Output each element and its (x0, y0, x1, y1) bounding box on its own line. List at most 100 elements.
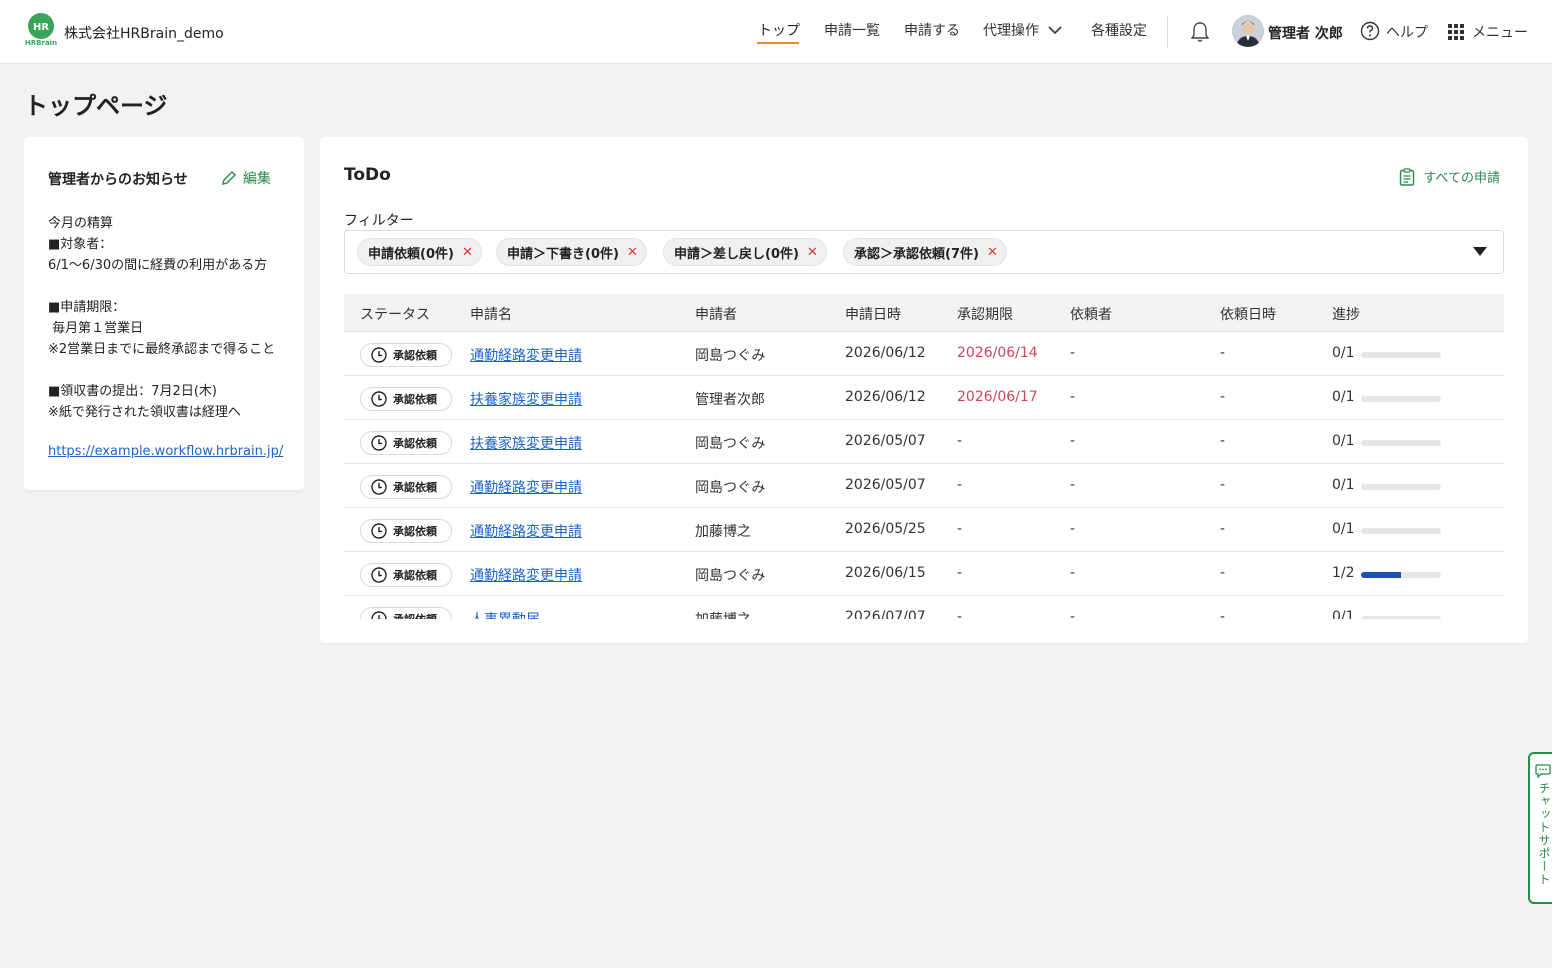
deadline-cell: - (957, 433, 963, 449)
filter-chip-label: 承認＞承認依頼(7件) (854, 246, 979, 262)
clock-icon (371, 435, 387, 451)
avatar[interactable] (1232, 15, 1264, 47)
col-name[interactable]: 申請名 (470, 304, 512, 324)
status-badge: 承認依頼 (360, 387, 452, 411)
applicant-cell: 岡島つぐみ (695, 480, 766, 496)
nav-apply[interactable]: 申請する (904, 20, 960, 40)
clock-icon (371, 611, 387, 619)
chat-icon (1535, 764, 1551, 778)
caret-down-icon[interactable] (1473, 247, 1487, 256)
col-request-date[interactable]: 依頼日時 (1220, 304, 1276, 324)
col-status[interactable]: ステータス (360, 304, 430, 324)
progress-text: 0/1 (1332, 433, 1355, 449)
table-row: 承認依頼 通勤経路変更申請 岡島つぐみ 2026/06/12 2026/06/14 - - 0… (344, 332, 1504, 376)
logo-text: HR (33, 22, 49, 33)
nav-proxy-operation[interactable]: 代理操作 (983, 20, 1039, 40)
col-deadline[interactable]: 承認期限 (957, 304, 1013, 324)
table-row: 承認依頼 人事異動届 加藤博之 2026/07/07 - - - 0/1 (344, 596, 1504, 619)
notice-link[interactable]: https://example.workflow.hrbrain.jp/ (48, 444, 283, 459)
application-link[interactable]: 通勤経路変更申請 (470, 345, 582, 365)
applicant-cell: 岡島つぐみ (695, 568, 766, 584)
clock-icon (371, 479, 387, 495)
status-label: 承認依頼 (393, 393, 437, 406)
close-icon[interactable]: ✕ (462, 245, 473, 260)
deadline-cell: 2026/06/17 (957, 389, 1038, 405)
requester-cell: - (1070, 521, 1076, 537)
progress-bar (1361, 572, 1441, 578)
chat-support-button[interactable]: チャットサポート (1528, 752, 1552, 904)
application-link[interactable]: 扶養家族変更申請 (470, 433, 582, 453)
filter-select[interactable]: 申請依頼(0件) ✕ 申請＞下書き(0件) ✕ 申請＞差し戻し(0件) ✕ 承認… (344, 230, 1504, 274)
application-link[interactable]: 通勤経路変更申請 (470, 477, 582, 497)
notice-title: 管理者からのお知らせ (48, 172, 188, 188)
close-icon[interactable]: ✕ (807, 245, 818, 260)
requester-cell: - (1070, 609, 1076, 619)
filter-chip-label: 申請依頼(0件) (368, 246, 454, 262)
filter-chip: 申請＞下書き(0件) ✕ (496, 238, 647, 266)
bell-icon[interactable] (1190, 21, 1210, 43)
status-badge: 承認依頼 (360, 607, 452, 619)
all-requests-link[interactable]: すべての申請 (1399, 167, 1500, 186)
application-link[interactable]: 扶養家族変更申請 (470, 389, 582, 409)
company-name: 株式会社HRBrain_demo (64, 26, 224, 42)
status-label: 承認依頼 (393, 569, 437, 582)
table-row: 承認依頼 通勤経路変更申請 岡島つぐみ 2026/06/15 - - - 1/2 (344, 552, 1504, 596)
progress-bar (1361, 352, 1441, 358)
logo-subtext: HRBrain (25, 39, 57, 47)
requester-cell: - (1070, 565, 1076, 581)
filter-label: フィルター (344, 213, 414, 229)
status-label: 承認依頼 (393, 349, 437, 362)
application-link[interactable]: 通勤経路変更申請 (470, 521, 582, 541)
clock-icon (371, 391, 387, 407)
progress-text: 0/1 (1332, 609, 1355, 619)
grid-menu-icon[interactable] (1448, 24, 1464, 40)
filter-chip-label: 申請＞下書き(0件) (507, 246, 619, 262)
status-label: 承認依頼 (393, 481, 437, 494)
nav-application-list[interactable]: 申請一覧 (824, 20, 880, 40)
request-date-cell: - (1220, 477, 1226, 493)
col-requester[interactable]: 依頼者 (1070, 304, 1112, 324)
user-name[interactable]: 管理者 次郎 (1268, 23, 1343, 43)
hrbrain-logo-icon[interactable]: HR HRBrain (24, 13, 58, 47)
col-date[interactable]: 申請日時 (845, 304, 901, 324)
notice-body: 今月の精算 ■対象者： 6/1〜6/30の間に経費の利用がある方 ■申請期限： … (48, 216, 276, 420)
help-link[interactable]: ヘルプ (1386, 22, 1428, 42)
application-link[interactable]: 人事異動届 (470, 609, 540, 619)
applicant-cell: 岡島つぐみ (695, 348, 766, 364)
todo-table: ステータス 申請名 申請者 申請日時 承認期限 依頼者 依頼日時 進捗 承認依頼… (344, 294, 1504, 619)
table-row: 承認依頼 通勤経路変更申請 岡島つぐみ 2026/05/07 - - - 0/1 (344, 464, 1504, 508)
requester-cell: - (1070, 389, 1076, 405)
status-badge: 承認依頼 (360, 519, 452, 543)
progress-text: 0/1 (1332, 477, 1355, 493)
application-link[interactable]: 通勤経路変更申請 (470, 565, 582, 585)
apply-date-cell: 2026/05/25 (845, 521, 926, 537)
status-badge: 承認依頼 (360, 343, 452, 367)
deadline-cell: 2026/06/14 (957, 345, 1038, 361)
request-date-cell: - (1220, 565, 1226, 581)
edit-notice-button[interactable]: 編集 (221, 168, 271, 188)
clock-icon (371, 347, 387, 363)
col-progress[interactable]: 進捗 (1332, 304, 1360, 324)
col-applicant[interactable]: 申請者 (695, 304, 737, 324)
applicant-cell: 加藤博之 (695, 524, 751, 540)
chevron-down-icon[interactable] (1047, 24, 1063, 36)
applicant-cell: 加藤博之 (695, 609, 751, 619)
deadline-cell: - (957, 521, 963, 537)
help-circle-icon[interactable] (1360, 21, 1380, 41)
deadline-cell: - (957, 477, 963, 493)
close-icon[interactable]: ✕ (627, 245, 638, 260)
requester-cell: - (1070, 433, 1076, 449)
header-divider (1167, 16, 1168, 48)
filter-chip: 承認＞承認依頼(7件) ✕ (843, 238, 1007, 266)
deadline-cell: - (957, 565, 963, 581)
nav-settings[interactable]: 各種設定 (1091, 20, 1147, 40)
close-icon[interactable]: ✕ (987, 245, 998, 260)
progress-text: 0/1 (1332, 521, 1355, 537)
menu-button[interactable]: メニュー (1472, 22, 1528, 42)
nav-top[interactable]: トップ (758, 20, 800, 40)
all-requests-label: すべての申請 (1423, 171, 1500, 186)
applicant-cell: 岡島つぐみ (695, 436, 766, 452)
apply-date-cell: 2026/06/12 (845, 345, 926, 361)
table-row: 承認依頼 扶養家族変更申請 管理者次郎 2026/06/12 2026/06/17 - - 0… (344, 376, 1504, 420)
chat-support-label: チャットサポート (1537, 782, 1551, 886)
